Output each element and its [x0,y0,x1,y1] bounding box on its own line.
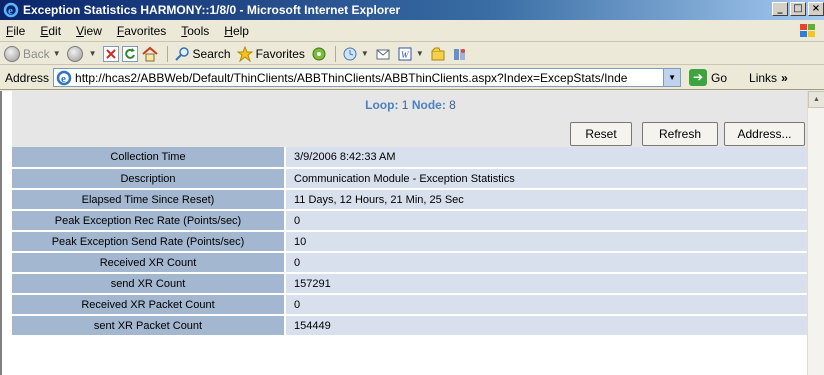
address-label: Address [5,70,50,85]
table-row: Collection Time 3/9/2006 8:42:33 AM [12,147,809,169]
page-viewport: Loop: 1 Node: 8 Reset Refresh Address...… [0,91,824,375]
row-value: 0 [285,294,809,316]
table-row: Elapsed Time Since Reset) 11 Days, 12 Hou… [12,189,809,211]
row-label: Collection Time [12,147,286,169]
address-field[interactable]: e ▼ [53,68,682,87]
reset-button[interactable]: Reset [570,122,632,146]
svg-text:e: e [61,73,66,85]
back-label: Back [23,46,50,61]
stats-panel: Reset Refresh Address... Collection Time… [12,120,809,337]
go-button[interactable]: ➔ Go [689,69,727,86]
windows-logo-icon [798,22,818,40]
search-label: Search [192,46,231,61]
window-title: Exception Statistics HARMONY::1/8/0 - Mi… [23,3,401,17]
minimize-button[interactable]: _ [772,2,788,16]
go-arrow-icon: ➔ [689,69,708,86]
favorites-button[interactable]: Favorites [236,45,305,62]
favorites-star-icon [236,45,254,62]
row-value: 154449 [285,315,809,337]
row-value: 3/9/2006 8:42:33 AM [285,147,809,169]
row-label: Received XR Count [12,252,286,274]
back-dropdown-icon[interactable]: ▼ [53,49,61,58]
table-row: Received XR Count 0 [12,252,809,274]
stats-table: Collection Time 3/9/2006 8:42:33 AM Descri… [12,147,809,337]
forward-arrow-icon [66,45,83,62]
menu-favorites[interactable]: Favorites [117,24,166,38]
discuss-icon[interactable] [430,46,446,62]
node-label: Node: [411,98,446,112]
row-value: 0 [285,252,809,274]
forward-dropdown-icon[interactable]: ▼ [89,49,97,58]
table-row: Received XR Packet Count 0 [12,294,809,316]
table-row: Peak Exception Rec Rate (Points/sec) 0 [12,210,809,232]
table-row: send XR Count 157291 [12,273,809,295]
research-icon[interactable] [452,46,468,62]
node-value: 8 [449,98,456,112]
links-chevron-icon[interactable]: » [781,71,788,85]
go-label: Go [711,70,728,85]
edit-dropdown-icon[interactable]: ▼ [416,49,424,58]
mail-icon[interactable] [375,46,391,62]
address-button[interactable]: Address... [724,122,805,146]
standard-toolbar: Back ▼ ▼ Search Favorites ▼ W ▼ [0,43,824,65]
history-dropdown-icon[interactable]: ▼ [361,49,369,58]
row-value: 11 Days, 12 Hours, 21 Min, 25 Sec [285,189,809,211]
row-value: 10 [285,231,809,253]
row-value: Communication Module - Exception Statist… [285,168,809,190]
media-icon[interactable] [311,46,327,62]
history-icon[interactable] [342,46,358,62]
svg-text:e: e [8,5,13,17]
links-label[interactable]: Links [749,71,777,85]
menu-edit[interactable]: Edit [40,24,61,38]
favorites-label: Favorites [255,46,305,61]
search-icon [174,46,190,62]
loop-label: Loop: [365,98,399,112]
row-label: Description [12,168,286,190]
refresh-button[interactable]: Refresh [642,122,718,146]
row-label: Peak Exception Rec Rate (Points/sec) [12,210,286,232]
row-label: Peak Exception Send Rate (Points/sec) [12,231,286,253]
close-button[interactable]: × [808,2,824,16]
edit-document-icon[interactable]: W [397,46,413,62]
table-row: Description Communication Module - Except… [12,168,809,190]
address-dropdown-icon[interactable]: ▼ [663,69,681,86]
row-label: Received XR Packet Count [12,294,286,316]
menu-tools[interactable]: Tools [181,24,209,38]
back-arrow-icon [4,45,20,62]
scroll-up-icon[interactable]: ▲ [808,91,824,108]
row-label: sent XR Packet Count [12,315,286,337]
address-bar: Address e ▼ ➔ Go Links » [0,66,824,90]
menu-help[interactable]: Help [224,24,249,38]
search-button[interactable]: Search [174,46,231,62]
vertical-scrollbar[interactable]: ▲ [807,91,824,375]
home-icon[interactable] [141,46,159,62]
row-label: send XR Count [12,273,286,295]
row-label: Elapsed Time Since Reset) [12,189,286,211]
stop-icon[interactable] [102,45,119,62]
loop-node-header: Loop: 1 Node: 8 [12,91,809,120]
maximize-button[interactable]: □ [790,2,806,16]
table-row: sent XR Packet Count 154449 [12,315,809,337]
menu-view[interactable]: View [76,24,102,38]
menu-bar: File Edit View Favorites Tools Help [0,20,824,42]
toolbar-separator [166,45,168,62]
back-button[interactable]: Back ▼ [4,45,61,62]
row-value: 0 [285,210,809,232]
button-row: Reset Refresh Address... [12,120,809,147]
internet-explorer-icon: e [3,2,19,18]
menu-file[interactable]: File [6,24,25,38]
window-title-bar: e Exception Statistics HARMONY::1/8/0 - … [0,0,824,20]
address-input[interactable] [75,70,664,85]
refresh-icon[interactable] [121,45,138,62]
toolbar-separator [334,45,336,62]
row-value: 157291 [285,273,809,295]
page-icon: e [56,70,72,86]
forward-button[interactable]: ▼ [66,45,97,62]
loop-value: 1 [401,98,409,112]
table-row: Peak Exception Send Rate (Points/sec) 10 [12,231,809,253]
